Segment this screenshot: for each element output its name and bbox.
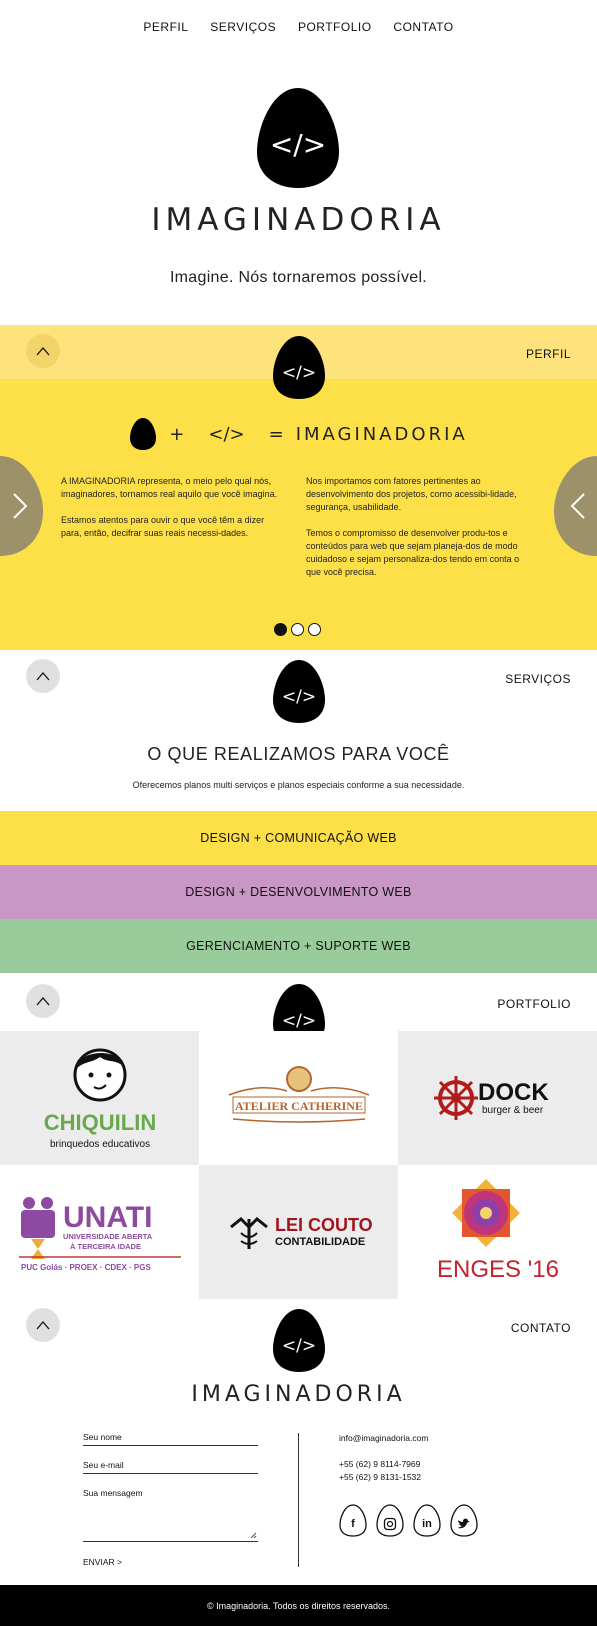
nav-contato[interactable]: CONTATO: [393, 20, 453, 34]
lei-couto-logo: LEI COUTO CONTABILIDADE: [229, 1215, 373, 1249]
atelier-name: ATELIER CATHERINE: [235, 1099, 363, 1113]
perfil-paragraph: Estamos atentos para ouvir o que você tê…: [61, 515, 265, 538]
chiquilin-logo: CHIQUILIN brinquedos educativos: [43, 1048, 156, 1150]
unati-line-1: UNIVERSIDADE ABERTA: [63, 1232, 153, 1241]
servicos-subtitle: Oferecemos planos multi serviços e plano…: [132, 780, 465, 790]
page: PERFIL SERVIÇOS PORTFOLIO CONTATO </> IM…: [0, 0, 597, 1626]
unati-line-2: À TERCEIRA IDADE: [70, 1242, 141, 1251]
brand-wordmark: IMAGINADORIA: [151, 202, 446, 238]
message-field-label: Sua mensagem: [83, 1488, 143, 1498]
egg-logo-icon: </>: [273, 1309, 325, 1372]
facebook-glyph: f: [351, 1517, 355, 1530]
email-field[interactable]: Seu e-mail: [83, 1460, 258, 1474]
carousel-dots: [274, 623, 321, 636]
linkedin-glyph: in: [422, 1517, 432, 1530]
lei-couto-name: LEI COUTO: [275, 1215, 373, 1235]
perfil-left-column: A IMAGINADORIA representa, o meio pelo q…: [61, 475, 286, 553]
resize-handle-icon[interactable]: [250, 1532, 257, 1539]
unati-name: UNATI: [63, 1201, 152, 1234]
scroll-up-button[interactable]: [26, 334, 60, 368]
contact-email[interactable]: info@imaginadoria.com: [339, 1432, 428, 1444]
send-button[interactable]: ENVIAR >: [83, 1557, 163, 1567]
chiquilin-name: CHIQUILIN: [43, 1110, 155, 1135]
caret-up-icon: [36, 672, 50, 681]
message-textarea[interactable]: [83, 1498, 258, 1542]
caret-up-icon: [36, 1321, 50, 1330]
linkedin-icon[interactable]: in: [413, 1504, 441, 1537]
servicos-title: O QUE REALIZAMOS PARA VOCÊ: [147, 744, 450, 764]
egg-logo-icon: </>: [273, 336, 325, 399]
contato-wordmark: IMAGINADORIA: [191, 1382, 406, 1407]
scroll-up-button[interactable]: [26, 984, 60, 1018]
equation-result: IMAGINADORIA: [295, 423, 468, 445]
egg-code-label: </>: [282, 1011, 316, 1031]
instagram-icon[interactable]: [376, 1504, 404, 1537]
lei-couto-tagline: CONTABILIDADE: [275, 1236, 365, 1248]
name-field-label: Seu nome: [83, 1432, 258, 1446]
contact-phone-2: +55 (62) 9 8131-1532: [339, 1472, 421, 1482]
copyright-text: © Imaginadoria. Todos os direitos reserv…: [206, 1600, 391, 1611]
scroll-up-button[interactable]: [26, 1308, 60, 1342]
unati-logo: UNATI UNIVERSIDADE ABERTA À TERCEIRA IDA…: [18, 1197, 181, 1272]
facebook-icon[interactable]: f: [339, 1504, 367, 1537]
section-label-contato: CONTATO: [510, 1321, 571, 1335]
top-nav: PERFIL SERVIÇOS PORTFOLIO CONTATO: [0, 20, 597, 34]
service-design-comunicacao[interactable]: DESIGN + COMUNICAÇÃO WEB: [0, 811, 597, 865]
chiquilin-tagline: brinquedos educativos: [49, 1139, 149, 1150]
nav-perfil[interactable]: PERFIL: [143, 20, 188, 34]
portfolio-tile-unati[interactable]: UNATI UNIVERSIDADE ABERTA À TERCEIRA IDA…: [0, 1165, 199, 1299]
portfolio-tile-leicouto[interactable]: LEI COUTO CONTABILIDADE: [199, 1165, 398, 1299]
section-label-perfil: PERFIL: [525, 347, 571, 361]
site-footer: © Imaginadoria. Todos os direitos reserv…: [0, 1585, 597, 1626]
name-field[interactable]: Seu nome: [83, 1432, 258, 1446]
nav-servicos[interactable]: SERVIÇOS: [210, 20, 276, 34]
enges-logo: ENGES '16: [437, 1179, 559, 1283]
hero-tagline: Imagine. Nós tornaremos possível.: [169, 269, 428, 286]
portfolio-tile-dock[interactable]: DOCK burger & beer: [398, 1031, 597, 1165]
carousel-dot-2[interactable]: [291, 623, 304, 636]
caret-up-icon: [36, 347, 50, 356]
brand-equation: + </> = IMAGINADORIA: [0, 417, 597, 451]
message-field[interactable]: Sua mensagem: [83, 1488, 258, 1542]
perfil-paragraph: Temos o compromisso de desenvolver produ…: [306, 528, 520, 577]
caret-up-icon: [36, 997, 50, 1006]
scroll-up-button[interactable]: [26, 659, 60, 693]
service-gerenciamento-suporte[interactable]: GERENCIAMENTO + SUPORTE WEB: [0, 919, 597, 973]
code-symbol: </>: [208, 423, 245, 445]
portfolio-tile-enges[interactable]: ENGES '16: [398, 1165, 597, 1299]
portfolio-tile-atelier[interactable]: ATELIER CATHERINE: [199, 1031, 398, 1165]
perfil-paragraph: Nos importamos com fatores pertinentes a…: [306, 476, 517, 512]
nav-portfolio[interactable]: PORTFOLIO: [298, 20, 372, 34]
carousel-dot-1[interactable]: [274, 623, 287, 636]
carousel-dot-3[interactable]: [308, 623, 321, 636]
service-design-desenvolvimento[interactable]: DESIGN + DESENVOLVIMENTO WEB: [0, 865, 597, 919]
perfil-right-column: Nos importamos com fatores pertinentes a…: [306, 475, 536, 592]
hero-logo-code: </>: [270, 128, 326, 161]
twitter-icon[interactable]: [450, 1504, 478, 1537]
portfolio-tile-chiquilin[interactable]: CHIQUILIN brinquedos educativos: [0, 1031, 199, 1165]
carousel-next-button[interactable]: [554, 456, 597, 556]
egg-logo-icon: </>: [257, 88, 339, 188]
egg-code-label: </>: [282, 1336, 316, 1356]
section-label-servicos: SERVIÇOS: [505, 672, 571, 686]
contact-divider: [298, 1433, 299, 1567]
atelier-catherine-logo: ATELIER CATHERINE: [228, 1066, 369, 1123]
section-label-portfolio: PORTFOLIO: [497, 997, 571, 1011]
dock-tagline: burger & beer: [482, 1105, 544, 1116]
carousel-prev-button[interactable]: [0, 456, 43, 556]
egg-icon: [130, 418, 157, 450]
unati-footer: PUC Goiás · PROEX · CDEX · PGS: [21, 1263, 151, 1272]
egg-code-label: </>: [282, 363, 316, 383]
contact-phone-1: +55 (62) 9 8114-7969: [339, 1459, 421, 1469]
dock-name: DOCK: [478, 1079, 549, 1106]
perfil-paragraph: A IMAGINADORIA representa, o meio pelo q…: [61, 476, 278, 499]
egg-code-label: </>: [282, 687, 316, 707]
plus-sign: +: [169, 423, 185, 445]
social-links: f in: [339, 1504, 478, 1537]
email-field-label: Seu e-mail: [83, 1460, 258, 1474]
equals-sign: =: [268, 423, 284, 445]
dock-logo: DOCK burger & beer: [433, 1076, 549, 1120]
egg-logo-icon: </>: [273, 660, 325, 723]
enges-name: ENGES '16: [437, 1256, 559, 1283]
